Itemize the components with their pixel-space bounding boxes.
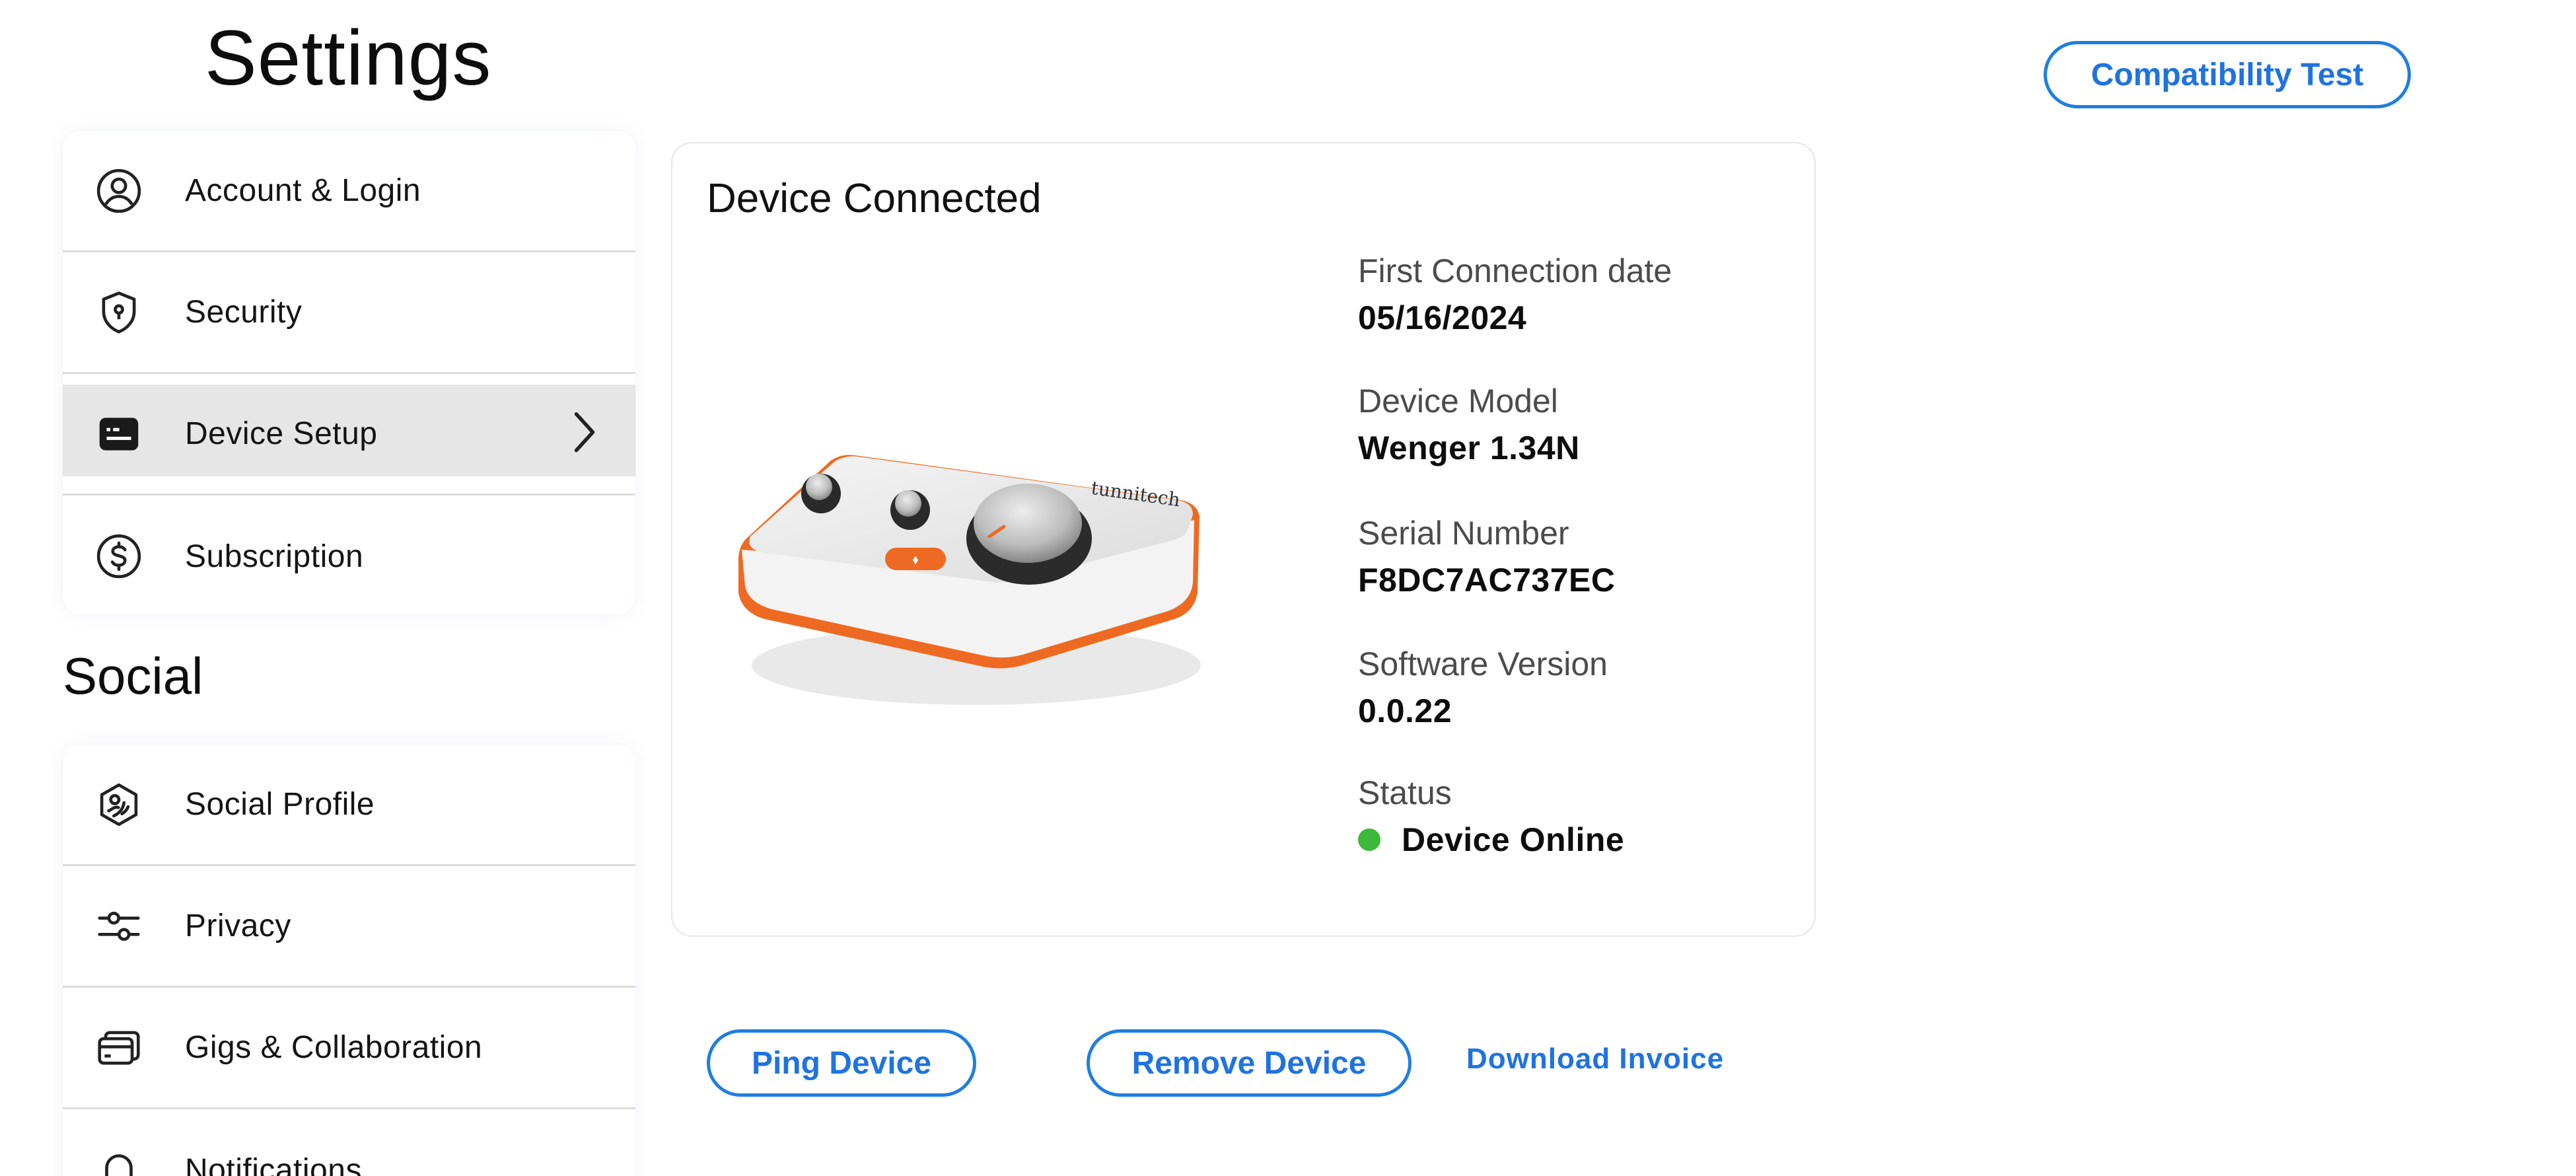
sidebar-item-notifications[interactable]: Notifications — [63, 1109, 635, 1176]
dollar-circle-icon — [92, 530, 145, 583]
device-card: Device Connected ⬧ tunnitech First Conne… — [671, 142, 1816, 937]
remove-device-button[interactable]: Remove Device — [1087, 1029, 1412, 1097]
social-section-title: Social — [63, 647, 203, 705]
device-card-title: Device Connected — [707, 176, 1042, 221]
device-image: ⬧ tunnitech — [738, 455, 1201, 705]
status-online-dot — [1358, 828, 1380, 851]
sidebar-item-label: Security — [185, 295, 303, 330]
device-model-value: Wenger 1.34N — [1358, 429, 1580, 466]
social-menu: Social Profile Privacy Gigs & Collaborat… — [63, 745, 635, 1176]
first-connection-label: First Connection date — [1358, 252, 1672, 289]
sliders-icon — [92, 900, 145, 953]
shield-icon — [92, 286, 145, 339]
serial-number-value: F8DC7AC737EC — [1358, 561, 1616, 599]
user-circle-icon — [92, 165, 145, 217]
chevron-right-icon — [568, 409, 601, 455]
device-model-block: Device Model Wenger 1.34N — [1358, 383, 1580, 467]
software-version-label: Software Version — [1358, 645, 1608, 682]
sidebar-item-subscription[interactable]: Subscription — [63, 496, 635, 614]
social-profile-icon — [92, 778, 145, 831]
device-setup-icon — [92, 408, 145, 460]
sidebar-item-label: Privacy — [185, 908, 291, 943]
sidebar-item-privacy[interactable]: Privacy — [63, 866, 635, 988]
cards-icon — [92, 1021, 145, 1074]
page-title: Settings — [205, 15, 492, 102]
download-invoice-link[interactable]: Download Invoice — [1466, 1043, 1724, 1076]
sidebar-item-label: Notifications — [185, 1152, 362, 1176]
svg-text:⬧: ⬧ — [913, 551, 919, 567]
compatibility-test-button[interactable]: Compatibility Test — [2044, 41, 2411, 108]
status-label: Status — [1358, 774, 1452, 811]
sidebar-item-security[interactable]: Security — [63, 252, 635, 374]
sidebar-item-label: Social Profile — [185, 787, 375, 822]
device-model-label: Device Model — [1358, 383, 1558, 420]
ping-device-button[interactable]: Ping Device — [707, 1029, 976, 1097]
first-connection-value: 05/16/2024 — [1358, 299, 1527, 336]
settings-page: Settings Compatibility Test Account & Lo… — [0, 0, 2576, 1176]
software-version-block: Software Version 0.0.22 — [1358, 645, 1608, 730]
sidebar-item-label: Gigs & Collaboration — [185, 1030, 483, 1065]
first-connection-block: First Connection date 05/16/2024 — [1358, 252, 1672, 337]
sidebar-item-label: Account & Login — [185, 173, 421, 208]
serial-number-block: Serial Number F8DC7AC737EC — [1358, 515, 1615, 599]
sidebar-item-device-setup[interactable]: Device Setup — [63, 374, 635, 496]
software-version-value: 0.0.22 — [1358, 692, 1452, 729]
status-row: Device Online — [1358, 821, 1624, 859]
sidebar-item-social-profile[interactable]: Social Profile — [63, 745, 635, 866]
bell-icon — [92, 1144, 145, 1176]
sidebar-item-label: Subscription — [185, 538, 364, 574]
serial-number-label: Serial Number — [1358, 515, 1569, 552]
account-menu: Account & Login Security Device Setup Su… — [63, 131, 635, 614]
sidebar-item-account-login[interactable]: Account & Login — [63, 131, 635, 252]
sidebar-item-label: Device Setup — [185, 416, 378, 451]
status-value: Device Online — [1402, 821, 1625, 858]
status-block: Status Device Online — [1358, 774, 1624, 859]
sidebar-item-gigs-collaboration[interactable]: Gigs & Collaboration — [63, 988, 635, 1109]
